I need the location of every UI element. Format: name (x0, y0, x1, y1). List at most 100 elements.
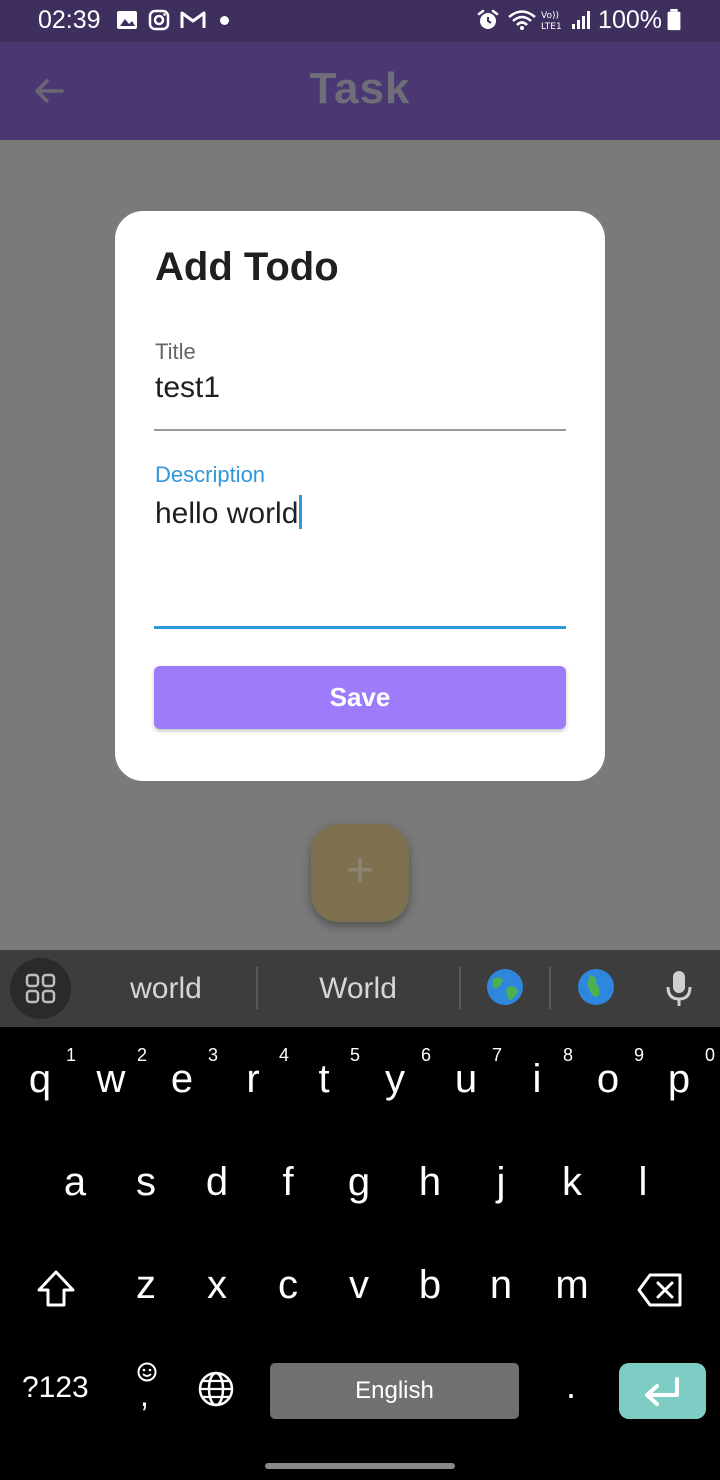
signal-icon (572, 11, 590, 29)
key-b[interactable]: b (400, 1263, 460, 1308)
key-m[interactable]: m (542, 1263, 602, 1308)
svg-text:LTE1: LTE1 (541, 22, 562, 31)
key-label: i (532, 1057, 542, 1101)
key-label: n (489, 1263, 513, 1307)
language-globe-icon[interactable] (197, 1370, 235, 1408)
grid-icon (25, 973, 56, 1004)
status-bar: 02:39 Vo)) LTE1 100% (0, 0, 720, 42)
save-button[interactable]: Save (154, 666, 566, 729)
title-input-underline (154, 429, 566, 431)
suggestion-divider (459, 967, 461, 1009)
microphone-icon[interactable] (664, 969, 694, 1009)
globe-emoji-suggestion-icon[interactable] (576, 967, 616, 1007)
key-label: p (667, 1057, 691, 1101)
key-label: r (246, 1057, 260, 1101)
title-input[interactable]: test1 (155, 371, 220, 405)
key-n[interactable]: n (471, 1263, 531, 1308)
key-s[interactable]: s (116, 1160, 176, 1205)
key-v[interactable]: v (329, 1263, 389, 1308)
wifi-icon (508, 10, 536, 30)
plus-icon: + (345, 844, 375, 897)
key-label: o (596, 1057, 620, 1101)
key-number-hint: 0 (704, 1045, 715, 1065)
key-l[interactable]: l (613, 1160, 673, 1205)
volte-icon: Vo)) LTE1 (541, 11, 562, 31)
comma-label: , (140, 1377, 149, 1413)
alarm-icon (477, 9, 499, 29)
key-g[interactable]: g (329, 1160, 389, 1205)
key-h[interactable]: h (400, 1160, 460, 1205)
key-number-hint: 7 (491, 1045, 502, 1065)
key-number-hint: 9 (633, 1045, 644, 1065)
key-label: y (385, 1057, 405, 1101)
symbols-key[interactable]: ?123 (22, 1371, 89, 1405)
enter-key[interactable] (619, 1363, 706, 1419)
key-i[interactable]: i8 (507, 1045, 573, 1102)
key-y[interactable]: y6 (365, 1045, 431, 1102)
notification-dot-icon (220, 16, 229, 25)
space-key[interactable]: English (270, 1363, 519, 1419)
key-q[interactable]: q1 (10, 1045, 76, 1102)
keyboard-suggestion-bar: world World (0, 950, 720, 1027)
key-p[interactable]: p0 (649, 1045, 715, 1102)
svg-text:Vo)): Vo)) (541, 11, 559, 21)
key-number-hint: 3 (207, 1045, 218, 1065)
add-todo-dialog: Add Todo Title test1 Description hello w… (115, 211, 605, 781)
suggestion-2[interactable]: World (288, 972, 428, 1006)
key-t[interactable]: t5 (294, 1045, 360, 1102)
key-z[interactable]: z (116, 1263, 176, 1308)
key-a[interactable]: a (45, 1160, 105, 1205)
key-d[interactable]: d (187, 1160, 247, 1205)
key-j[interactable]: j (471, 1160, 531, 1205)
instagram-icon (148, 9, 170, 31)
gmail-icon (180, 11, 206, 28)
backspace-icon[interactable] (636, 1272, 684, 1308)
key-u[interactable]: u7 (436, 1045, 502, 1102)
key-label: q (28, 1057, 52, 1101)
key-o[interactable]: o9 (578, 1045, 644, 1102)
key-x[interactable]: x (187, 1263, 247, 1308)
key-number-hint: 1 (65, 1045, 76, 1065)
suggestion-1[interactable]: world (96, 972, 236, 1006)
description-field-label: Description (155, 462, 266, 487)
key-number-hint: 5 (349, 1045, 360, 1065)
key-label: k (562, 1160, 582, 1204)
key-label: l (638, 1160, 648, 1204)
key-label: d (205, 1160, 229, 1204)
key-label: x (207, 1263, 227, 1307)
key-w[interactable]: w2 (81, 1045, 147, 1102)
add-todo-fab[interactable]: + (311, 824, 409, 922)
period-key[interactable]: . (566, 1365, 576, 1407)
key-e[interactable]: e3 (152, 1045, 218, 1102)
key-label: e (170, 1057, 194, 1101)
key-label: m (555, 1263, 589, 1307)
key-k[interactable]: k (542, 1160, 602, 1205)
key-number-hint: 8 (562, 1045, 573, 1065)
key-label: a (63, 1160, 87, 1204)
dialog-title: Add Todo (155, 245, 339, 289)
key-label: j (496, 1160, 506, 1204)
description-input-text: hello world (155, 497, 299, 530)
key-c[interactable]: c (258, 1263, 318, 1308)
soft-keyboard: q1w2e3r4t5y6u7i8o9p0 asdfghjkl zxcvbnm ?… (0, 1027, 720, 1480)
key-r[interactable]: r4 (223, 1045, 289, 1102)
key-f[interactable]: f (258, 1160, 318, 1205)
globe-emoji-suggestion-icon[interactable] (485, 967, 525, 1007)
keyboard-menu-button[interactable] (10, 958, 71, 1019)
key-label: g (347, 1160, 371, 1204)
emoji-comma-key[interactable]: , (132, 1361, 162, 1413)
battery-percent: 100% (598, 6, 662, 34)
key-label: c (278, 1263, 298, 1307)
description-input[interactable]: hello world (155, 495, 303, 531)
gesture-nav-handle[interactable] (265, 1463, 455, 1469)
key-number-hint: 2 (136, 1045, 147, 1065)
text-caret (299, 495, 303, 529)
gallery-icon (117, 11, 137, 29)
suggestion-divider (256, 967, 258, 1009)
key-label: z (136, 1263, 156, 1307)
key-label: t (318, 1057, 330, 1101)
shift-icon[interactable] (35, 1269, 77, 1309)
title-field-label: Title (155, 339, 196, 364)
key-label: u (454, 1057, 478, 1101)
key-number-hint: 6 (420, 1045, 431, 1065)
